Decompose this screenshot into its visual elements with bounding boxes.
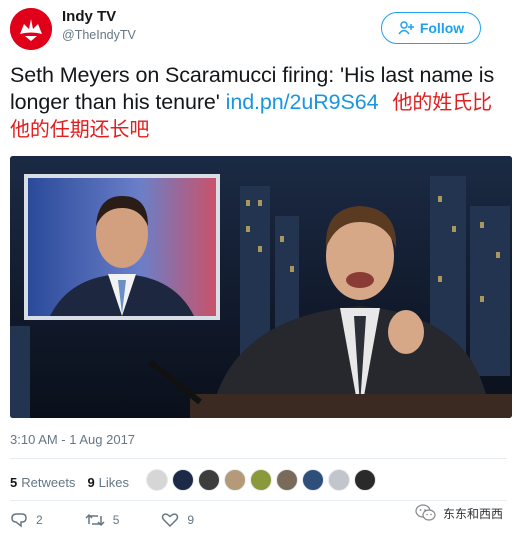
display-name[interactable]: Indy TV bbox=[62, 8, 136, 26]
retweet-button[interactable]: 5 bbox=[85, 512, 120, 528]
liker-avatar[interactable] bbox=[146, 469, 168, 491]
liker-avatar[interactable] bbox=[198, 469, 220, 491]
liker-avatar[interactable] bbox=[224, 469, 246, 491]
likers-avatars bbox=[146, 469, 376, 491]
follow-button[interactable]: Follow bbox=[381, 12, 481, 44]
liker-avatar[interactable] bbox=[250, 469, 272, 491]
retweet-count: 5 bbox=[112, 513, 120, 527]
reply-icon bbox=[11, 513, 27, 528]
account-handle[interactable]: @TheIndyTV bbox=[62, 26, 136, 44]
like-button[interactable]: 9 bbox=[161, 512, 194, 528]
wechat-icon bbox=[415, 504, 436, 521]
reply-button[interactable]: 2 bbox=[10, 512, 43, 528]
retweets-count[interactable]: 5 bbox=[10, 475, 17, 490]
tv-show-still-icon bbox=[10, 156, 512, 418]
retweet-icon bbox=[85, 513, 105, 527]
tweet-link[interactable]: ind.pn/2uR9S64 bbox=[226, 90, 379, 114]
account-names: Indy TV @TheIndyTV bbox=[62, 8, 136, 44]
watermark-text: 东东和西西 bbox=[442, 506, 503, 521]
liker-avatar[interactable] bbox=[354, 469, 376, 491]
tweet-actions: 2 5 9 bbox=[10, 508, 236, 532]
liker-avatar[interactable] bbox=[328, 469, 350, 491]
divider-top bbox=[10, 458, 507, 459]
likes-label[interactable]: Likes bbox=[99, 475, 129, 490]
reply-count: 2 bbox=[36, 513, 43, 527]
tweet-stats: 5 Retweets 9 Likes bbox=[10, 466, 129, 498]
tweet-text: Seth Meyers on Scaramucci firing: 'His l… bbox=[10, 62, 507, 143]
like-count: 9 bbox=[187, 513, 195, 527]
follow-label: Follow bbox=[419, 20, 465, 36]
watermark: 东东和西西 bbox=[415, 504, 503, 522]
divider-bottom bbox=[10, 500, 507, 501]
liker-avatar[interactable] bbox=[172, 469, 194, 491]
add-user-icon bbox=[398, 21, 414, 35]
likes-count[interactable]: 9 bbox=[87, 475, 94, 490]
tweet-header: Indy TV @TheIndyTV Follow bbox=[10, 8, 507, 50]
liker-avatar[interactable] bbox=[276, 469, 298, 491]
tweet-media-image[interactable] bbox=[10, 156, 512, 418]
retweets-label[interactable]: Retweets bbox=[21, 475, 75, 490]
indy-tv-logo-icon[interactable] bbox=[10, 8, 52, 50]
liker-avatar[interactable] bbox=[302, 469, 324, 491]
heart-icon bbox=[162, 513, 179, 528]
tweet-timestamp[interactable]: 3:10 AM - 1 Aug 2017 bbox=[10, 432, 135, 447]
